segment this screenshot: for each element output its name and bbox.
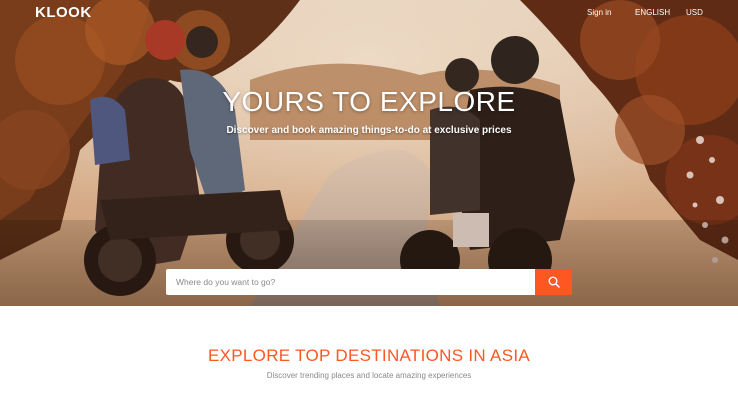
hero-subtitle: Discover and book amazing things-to-do a…	[226, 125, 512, 136]
section-subtitle: Discover trending places and locate amaz…	[266, 371, 472, 380]
top-navigation-bar: KLOOK Sign in ENGLISH USD	[0, 0, 738, 26]
currency-selector[interactable]: USD	[686, 8, 703, 17]
section-title: EXPLORE TOP DESTINATIONS IN ASIA	[208, 346, 530, 365]
search-icon	[548, 276, 560, 288]
hero-banner: KLOOK Sign in ENGLISH USD YOURS TO EXPLO…	[0, 0, 738, 306]
hero-background-image	[0, 0, 738, 306]
klook-logo[interactable]: KLOOK	[35, 4, 92, 21]
language-selector[interactable]: ENGLISH	[635, 8, 670, 17]
search-input[interactable]	[166, 269, 535, 295]
search-button[interactable]	[535, 269, 572, 295]
sign-in-link[interactable]: Sign in	[587, 8, 611, 17]
search-bar	[166, 269, 572, 295]
hero-title: YOURS TO EXPLORE	[222, 86, 516, 117]
